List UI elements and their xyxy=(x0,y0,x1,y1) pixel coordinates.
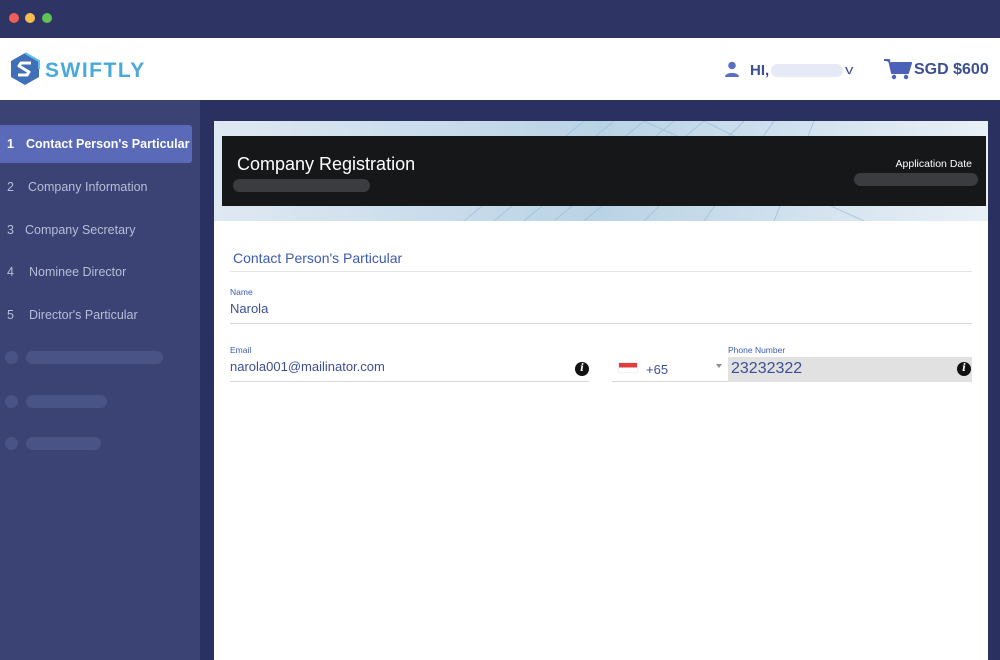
user-name-redacted[interactable] xyxy=(771,64,843,77)
cart-icon[interactable] xyxy=(884,58,912,80)
email-label: Email xyxy=(230,345,252,355)
placeholder-step-dot xyxy=(5,437,18,450)
country-code-select[interactable]: +65 xyxy=(646,362,668,377)
sidebar-item-label: Company Information xyxy=(28,180,148,194)
swiftly-logo-icon xyxy=(11,52,40,85)
step-number: 5 xyxy=(7,308,14,322)
step-number: 1 xyxy=(7,137,14,151)
phone-info-icon[interactable]: i xyxy=(957,362,971,376)
brand-name[interactable]: SWIFTLY xyxy=(45,59,146,83)
country-code-underline xyxy=(612,381,728,382)
placeholder-step-bar xyxy=(26,437,101,450)
name-underline xyxy=(230,323,972,324)
phone-value: 23232322 xyxy=(731,360,803,377)
sidebar-item-nominee-director[interactable]: 4 Nominee Director xyxy=(0,253,192,291)
phone-label: Phone Number xyxy=(728,345,786,355)
placeholder-step-bar xyxy=(26,395,107,408)
banner-header-box: Company Registration Application Date xyxy=(222,136,986,206)
name-field[interactable]: Narola xyxy=(230,301,268,316)
name-label: Name xyxy=(230,287,253,297)
singapore-flag-icon[interactable] xyxy=(618,362,638,373)
page-title: Company Registration xyxy=(237,154,416,174)
main-panel: Company Registration Application Date Co… xyxy=(214,121,988,660)
sidebar-item-label: Director's Particular xyxy=(29,308,138,322)
application-date-redacted xyxy=(854,173,978,186)
user-icon[interactable] xyxy=(724,61,740,77)
sidebar-item-label: Company Secretary xyxy=(25,223,136,237)
cart-total[interactable]: SGD $600 xyxy=(914,61,989,79)
step-number: 3 xyxy=(7,223,14,237)
sidebar-item-directors-particular[interactable]: 5 Director's Particular xyxy=(0,296,192,334)
email-info-icon[interactable]: i xyxy=(575,362,589,376)
phone-input[interactable]: 23232322 xyxy=(728,357,972,382)
user-greeting[interactable]: HI, xyxy=(750,62,769,79)
email-underline xyxy=(230,381,589,382)
chevron-down-icon[interactable]: v xyxy=(845,62,853,77)
placeholder-step-dot xyxy=(5,395,18,408)
email-field[interactable]: narola001@mailinator.com xyxy=(230,359,385,374)
window-titlebar xyxy=(0,0,1000,38)
app-header: SWIFTLY HI, v SGD $600 xyxy=(0,38,1000,100)
placeholder-step-dot xyxy=(5,351,18,364)
placeholder-step-bar xyxy=(26,351,163,364)
step-sidebar: 1 Contact Person's Particular 2 Company … xyxy=(0,100,200,660)
section-divider xyxy=(230,271,972,272)
window-minimize-button[interactable] xyxy=(25,13,35,23)
banner: Company Registration Application Date xyxy=(214,121,988,221)
sidebar-item-label: Contact Person's Particular xyxy=(26,137,190,151)
step-number: 2 xyxy=(7,180,14,194)
step-number: 4 xyxy=(7,265,14,279)
sidebar-item-company-secretary[interactable]: 3 Company Secretary xyxy=(0,211,192,249)
section-title: Contact Person's Particular xyxy=(233,250,403,266)
caret-down-icon[interactable] xyxy=(716,364,722,368)
sidebar-item-company-information[interactable]: 2 Company Information xyxy=(0,168,192,206)
sidebar-item-contact-person[interactable]: 1 Contact Person's Particular xyxy=(0,125,192,163)
window-maximize-button[interactable] xyxy=(42,13,52,23)
window-close-button[interactable] xyxy=(9,13,19,23)
application-date-label: Application Date xyxy=(895,158,972,170)
sidebar-item-label: Nominee Director xyxy=(29,265,127,279)
company-name-redacted xyxy=(233,179,370,192)
